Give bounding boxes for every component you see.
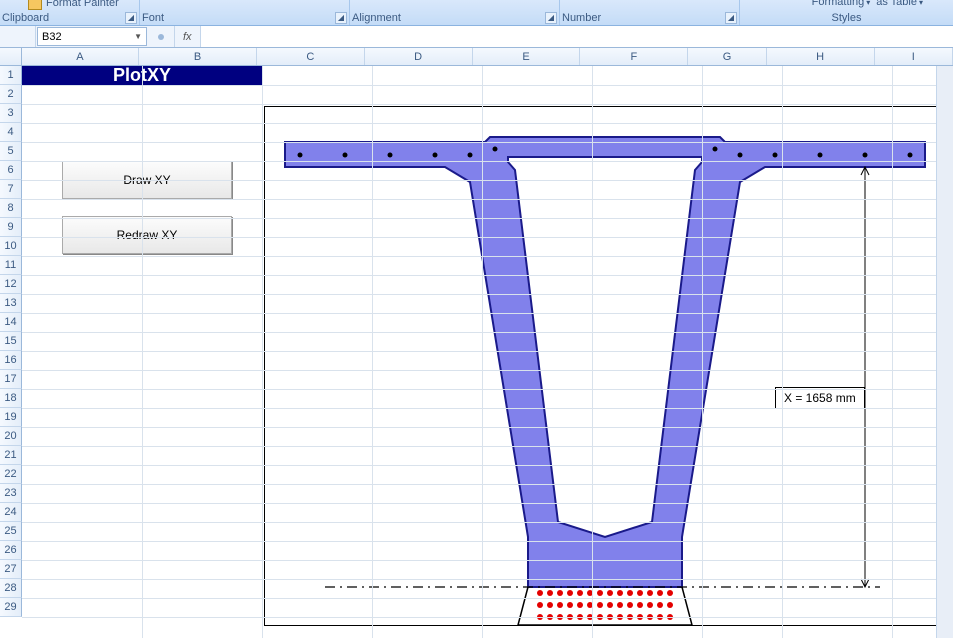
dimension-x: [861, 167, 869, 587]
column-header[interactable]: G: [688, 48, 766, 65]
row-header[interactable]: 1: [0, 66, 22, 85]
dialog-launcher-icon[interactable]: ◢: [125, 12, 137, 24]
ribbon-group-font: Font ◢: [140, 0, 350, 25]
name-box[interactable]: B32 ▼: [37, 27, 147, 46]
row-header[interactable]: 11: [0, 256, 22, 275]
row-header[interactable]: 3: [0, 104, 22, 123]
group-label: Font: [142, 12, 164, 24]
row-header[interactable]: 7: [0, 180, 22, 199]
section-soffit-outline: [518, 587, 692, 625]
section-drawing: [265, 107, 945, 627]
row-header[interactable]: 15: [0, 332, 22, 351]
row-header[interactable]: 19: [0, 408, 22, 427]
row-header[interactable]: 25: [0, 522, 22, 541]
styles-commands: Formatting▾ as Table▾: [812, 0, 923, 8]
formula-splitter[interactable]: [148, 26, 174, 47]
column-header[interactable]: A: [22, 48, 140, 65]
group-label: Clipboard: [2, 12, 49, 24]
paintbrush-icon: [28, 0, 42, 10]
column-headers: ABCDEFGHI: [0, 48, 953, 66]
dimension-label: X = 1658 mm: [775, 387, 865, 409]
dialog-launcher-icon[interactable]: ◢: [725, 12, 737, 24]
row-header[interactable]: 9: [0, 218, 22, 237]
column-header[interactable]: B: [139, 48, 257, 65]
row-header[interactable]: 18: [0, 389, 22, 408]
ribbon: Format Painter Formatting▾ as Table▾ Cli…: [0, 0, 953, 26]
cells-area[interactable]: PlotXY Draw XY Redraw XY: [22, 66, 953, 638]
row-header[interactable]: 22: [0, 465, 22, 484]
ribbon-group-alignment: Alignment ◢: [350, 0, 560, 25]
group-label: Number: [562, 12, 601, 24]
row-header[interactable]: 27: [0, 560, 22, 579]
row-header[interactable]: 10: [0, 237, 22, 256]
column-header[interactable]: C: [257, 48, 365, 65]
dimension-text: X = 1658 mm: [784, 391, 856, 405]
row-header[interactable]: 16: [0, 351, 22, 370]
group-label: Alignment: [352, 12, 401, 24]
conditional-formatting-button[interactable]: Formatting▾: [812, 0, 871, 8]
row-header[interactable]: 26: [0, 541, 22, 560]
row-header[interactable]: 5: [0, 142, 22, 161]
ribbon-group-number: Number ◢: [560, 0, 740, 25]
vertical-scrollbar[interactable]: ▲: [936, 48, 953, 638]
format-as-table-button[interactable]: as Table▾: [876, 0, 923, 8]
row-header[interactable]: 2: [0, 85, 22, 104]
formula-bar: B32 ▼ fx: [0, 26, 953, 48]
column-header[interactable]: E: [473, 48, 581, 65]
column-header[interactable]: H: [767, 48, 875, 65]
row-header[interactable]: 12: [0, 275, 22, 294]
row-header[interactable]: 23: [0, 484, 22, 503]
fx-icon[interactable]: fx: [175, 26, 201, 47]
worksheet-grid[interactable]: ABCDEFGHI 123456789101112131415161718192…: [0, 48, 953, 638]
row-headers: 1234567891011121314151617181920212223242…: [0, 66, 22, 617]
dialog-launcher-icon[interactable]: ◢: [545, 12, 557, 24]
button-label: Redraw XY: [117, 228, 178, 242]
chevron-down-icon[interactable]: ▼: [134, 32, 142, 41]
row-header[interactable]: 17: [0, 370, 22, 389]
formula-bar-spacer: [0, 26, 36, 47]
formula-area: fx: [174, 26, 953, 47]
row-header[interactable]: 20: [0, 427, 22, 446]
column-header[interactable]: F: [580, 48, 688, 65]
select-all-corner[interactable]: [0, 48, 22, 65]
column-header[interactable]: I: [875, 48, 953, 65]
row-header[interactable]: 4: [0, 123, 22, 142]
row-header[interactable]: 24: [0, 503, 22, 522]
format-painter-button[interactable]: Format Painter: [28, 0, 119, 10]
row-header[interactable]: 29: [0, 598, 22, 617]
name-box-value: B32: [42, 31, 62, 43]
row-header[interactable]: 28: [0, 579, 22, 598]
group-label: Styles: [832, 12, 862, 24]
redraw-xy-button[interactable]: Redraw XY: [62, 216, 232, 254]
section-polygon: [285, 137, 925, 587]
row-header[interactable]: 21: [0, 446, 22, 465]
dialog-launcher-icon[interactable]: ◢: [335, 12, 347, 24]
bottom-rebar-dots: [537, 590, 673, 620]
format-painter-label: Format Painter: [46, 0, 119, 9]
row-header[interactable]: 14: [0, 313, 22, 332]
row-header[interactable]: 13: [0, 294, 22, 313]
embedded-chart[interactable]: X = 1658 mm: [264, 106, 944, 626]
formula-input[interactable]: [201, 26, 953, 47]
row-header[interactable]: 6: [0, 161, 22, 180]
column-header[interactable]: D: [365, 48, 473, 65]
row-header[interactable]: 8: [0, 199, 22, 218]
